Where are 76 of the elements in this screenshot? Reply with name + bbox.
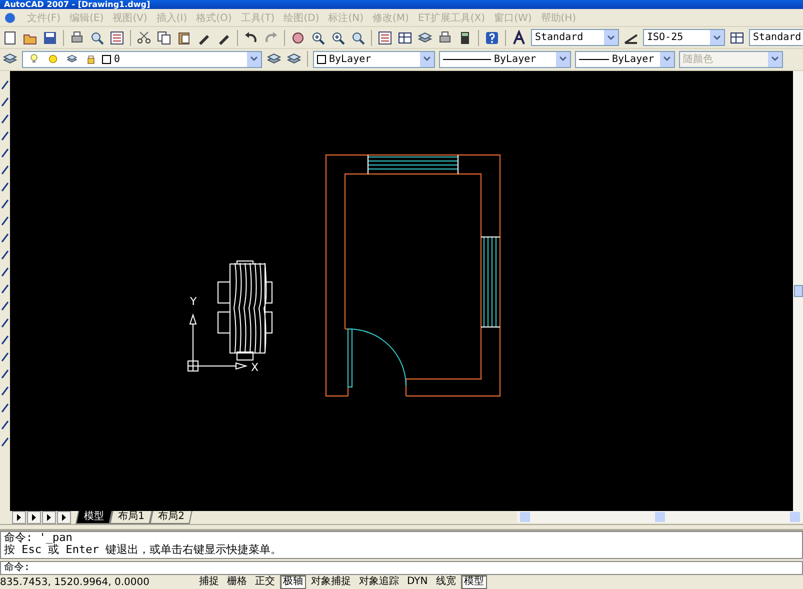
axis-label: X xyxy=(251,360,259,374)
draw-tool-icon[interactable] xyxy=(1,112,9,125)
color-swatch-icon xyxy=(317,54,326,64)
tab-nav-button[interactable] xyxy=(57,510,71,524)
draw-tool-icon[interactable] xyxy=(1,282,9,295)
zoom-icon[interactable] xyxy=(310,30,326,46)
layer-dropdown[interactable]: 0 xyxy=(22,50,262,68)
sun-icon xyxy=(47,53,59,66)
draw-tool-icon[interactable] xyxy=(1,180,9,193)
draw-tool-icon[interactable] xyxy=(1,334,9,346)
linetype-dropdown[interactable]: ByLayer xyxy=(439,50,571,68)
status-toggle[interactable]: 模型 xyxy=(460,575,487,589)
triangle-icon xyxy=(31,514,37,521)
magnifier-icon[interactable] xyxy=(350,30,366,46)
door-drawing xyxy=(348,328,406,388)
magnifier-icon[interactable] xyxy=(89,30,105,46)
draw-tool-icon[interactable] xyxy=(1,384,9,397)
app-logo-icon[interactable] xyxy=(4,12,16,24)
scrollbar-thumb[interactable] xyxy=(794,284,802,297)
drawing-canvas[interactable]: Y X xyxy=(10,70,793,511)
tab-nav-button[interactable] xyxy=(27,510,41,524)
draw-tool-icon[interactable] xyxy=(1,350,9,363)
draw-tool-icon[interactable] xyxy=(1,96,9,108)
text-style-icon[interactable] xyxy=(511,30,527,46)
draw-tool-icon[interactable] xyxy=(1,214,9,227)
paste-icon[interactable] xyxy=(176,30,192,46)
dimension-style-dropdown[interactable]: ISO-25 xyxy=(643,29,725,46)
properties-icon[interactable] xyxy=(109,30,125,46)
draw-tool-icon[interactable] xyxy=(1,164,9,176)
draw-tool-icon[interactable] xyxy=(1,368,9,380)
lock-icon xyxy=(85,53,97,66)
tab-nav-button[interactable] xyxy=(42,510,56,524)
draw-tool-icon[interactable] xyxy=(1,248,9,261)
color-swatch-icon xyxy=(102,54,111,64)
ucs-axis-drawing xyxy=(188,313,248,372)
zoom-icon[interactable] xyxy=(330,30,346,46)
tab-nav-button[interactable] xyxy=(12,510,26,524)
draw-tool-icon[interactable] xyxy=(1,316,9,329)
draw-tool-icon[interactable] xyxy=(1,418,9,431)
axis-label: Y xyxy=(190,294,197,308)
status-toggle[interactable]: 极轴 xyxy=(280,575,306,589)
triangle-icon xyxy=(46,514,52,521)
new-file-icon[interactable] xyxy=(2,30,18,46)
table-style-dropdown[interactable]: Standard xyxy=(749,29,803,46)
draw-tool-icon[interactable] xyxy=(1,232,9,244)
draw-tool-icon[interactable] xyxy=(1,402,9,414)
layout-tab[interactable]: 模型 xyxy=(76,510,112,524)
scissors-icon[interactable] xyxy=(136,30,152,46)
draw-tool-icon[interactable] xyxy=(1,198,9,210)
draw-tool-icon[interactable] xyxy=(1,78,9,91)
triangle-icon xyxy=(61,514,67,521)
coordinates-readout: 835.7453, 1520.9964, 0.0000 xyxy=(0,576,150,588)
save-icon[interactable] xyxy=(42,30,58,46)
lightbulb-icon xyxy=(28,53,40,66)
draw-tool-icon[interactable] xyxy=(1,146,9,159)
text-style-dropdown[interactable]: Standard xyxy=(531,29,619,46)
table-icon[interactable] xyxy=(397,30,413,46)
color-dropdown[interactable]: ByLayer xyxy=(313,50,435,68)
draw-tool-icon[interactable] xyxy=(1,266,9,278)
layers-icon xyxy=(66,53,78,66)
line-sample xyxy=(443,58,491,60)
command-input-field[interactable]: 命令: xyxy=(0,561,803,575)
command-line: 命令: '_pan xyxy=(4,532,74,544)
copy-icon[interactable] xyxy=(156,30,172,46)
command-line: 按 Esc 或 Enter 键退出，或单击右键显示快捷菜单。 xyxy=(4,544,282,556)
window-title: AutoCAD 2007 - [Drawing1.dwg] xyxy=(0,0,803,10)
draw-tool-icon[interactable] xyxy=(1,300,9,312)
properties-icon[interactable] xyxy=(377,30,393,46)
help-icon[interactable] xyxy=(484,30,500,46)
line-sample xyxy=(579,58,609,60)
horizontal-scrollbar[interactable] xyxy=(517,511,803,524)
draw-tool-icon[interactable] xyxy=(1,130,9,142)
draw-tool-icon[interactable] xyxy=(1,436,9,448)
triangle-icon xyxy=(16,514,22,521)
lineweight-dropdown[interactable]: ByLayer xyxy=(575,50,675,68)
table-icon[interactable] xyxy=(729,30,745,46)
